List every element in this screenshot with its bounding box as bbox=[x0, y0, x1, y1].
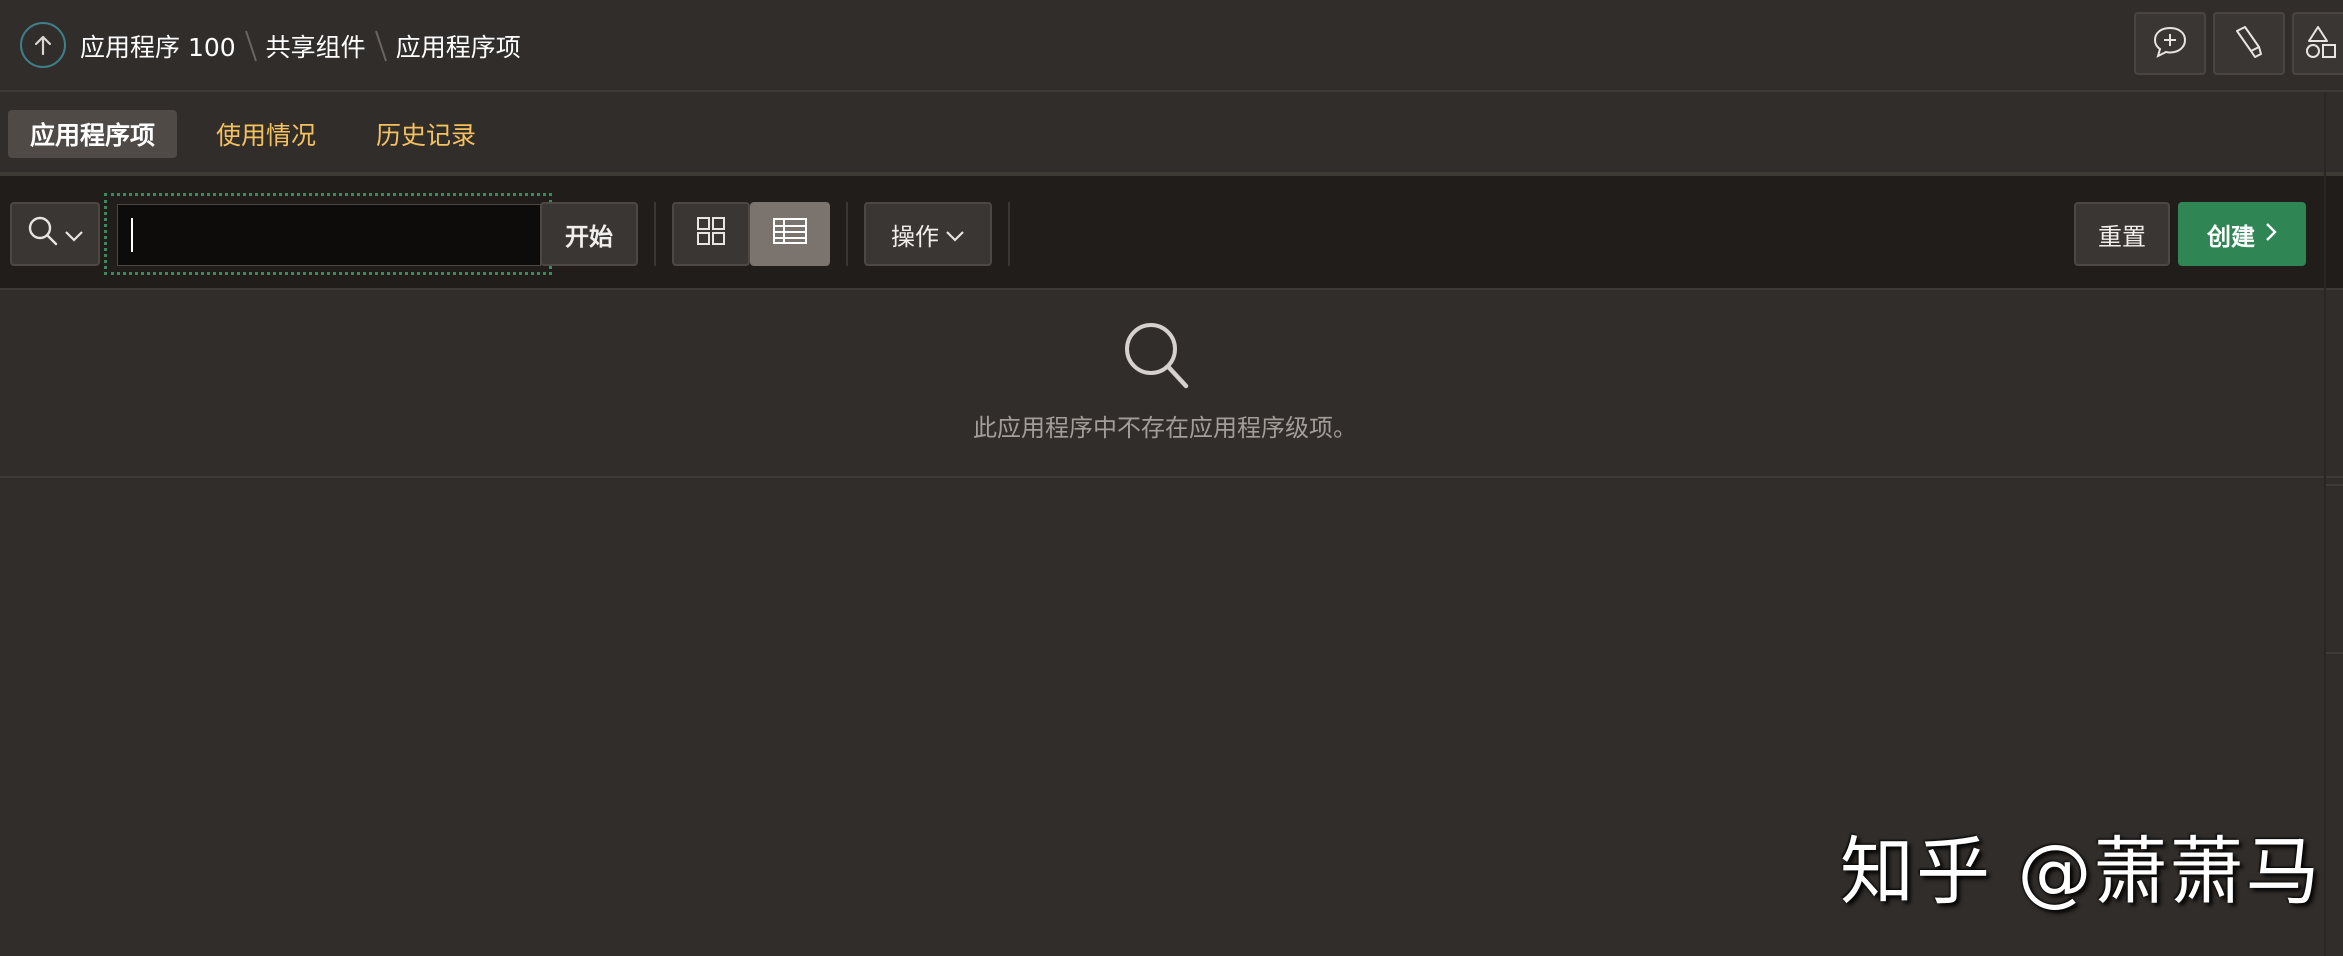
breadcrumb-app[interactable]: 应用程序 100 bbox=[80, 28, 236, 64]
reset-label: 重置 bbox=[2098, 222, 2146, 251]
panel-divider bbox=[2326, 484, 2343, 486]
go-button-label: 开始 bbox=[565, 222, 613, 251]
search-input[interactable] bbox=[117, 204, 541, 266]
breadcrumb-separator bbox=[366, 29, 396, 63]
grid-icon bbox=[696, 216, 726, 252]
create-button[interactable]: 创建 bbox=[2178, 202, 2306, 266]
breadcrumb-shared-components[interactable]: 共享组件 bbox=[266, 28, 366, 64]
up-arrow-icon[interactable] bbox=[20, 22, 66, 68]
tab-application-items[interactable]: 应用程序项 bbox=[8, 110, 178, 158]
breadcrumb-current: 应用程序项 bbox=[395, 33, 521, 62]
watermark-text: 知乎 @萧萧马 bbox=[1840, 829, 2322, 915]
table-icon bbox=[772, 217, 808, 251]
text-caret bbox=[131, 218, 133, 252]
actions-label: 操作 bbox=[891, 222, 939, 251]
chevron-right-icon bbox=[2265, 220, 2277, 248]
chevron-down-icon bbox=[64, 220, 84, 248]
search-icon bbox=[26, 214, 60, 254]
icon-view-button[interactable] bbox=[672, 202, 750, 266]
search-column-selector[interactable] bbox=[10, 202, 100, 266]
divider bbox=[654, 202, 656, 266]
magnifier-icon bbox=[1122, 320, 1192, 396]
breadcrumb-bar: 应用程序 100 共享组件 应用程序项 bbox=[0, 0, 2343, 92]
empty-state-message: 此应用程序中不存在应用程序级项。 bbox=[973, 414, 1357, 442]
search-toolbar: 开始 操作 重置 创建 bbox=[0, 176, 2343, 290]
reset-button[interactable]: 重置 bbox=[2074, 202, 2170, 266]
actions-menu-button[interactable]: 操作 bbox=[864, 202, 992, 266]
tab-bar: 应用程序项 使用情况 历史记录 bbox=[0, 92, 2343, 176]
theme-button[interactable] bbox=[2213, 12, 2285, 75]
empty-state: 此应用程序中不存在应用程序级项。 bbox=[0, 290, 2343, 478]
tab-history[interactable]: 历史记录 bbox=[354, 110, 498, 158]
divider bbox=[846, 202, 848, 266]
create-label: 创建 bbox=[2207, 222, 2255, 251]
breadcrumb-separator bbox=[236, 29, 266, 63]
comment-button[interactable] bbox=[2134, 12, 2206, 75]
divider bbox=[1008, 202, 1010, 266]
shared-components-button[interactable] bbox=[2292, 12, 2343, 75]
report-view-button[interactable] bbox=[750, 202, 830, 266]
shapes-icon bbox=[2302, 24, 2342, 64]
panel-divider bbox=[2326, 652, 2343, 654]
chevron-down-icon bbox=[945, 220, 965, 248]
tab-usage[interactable]: 使用情况 bbox=[194, 110, 338, 158]
comment-plus-icon bbox=[2152, 25, 2188, 63]
right-panel-edge bbox=[2324, 92, 2343, 956]
go-button[interactable]: 开始 bbox=[540, 202, 638, 266]
search-focus-ring bbox=[104, 193, 552, 275]
brush-icon bbox=[2233, 25, 2265, 63]
breadcrumb: 应用程序 100 共享组件 应用程序项 bbox=[80, 26, 521, 66]
page: 应用程序 100 共享组件 应用程序项 应用程序项 使用情况 历史记录 开始 操… bbox=[0, 0, 2343, 956]
